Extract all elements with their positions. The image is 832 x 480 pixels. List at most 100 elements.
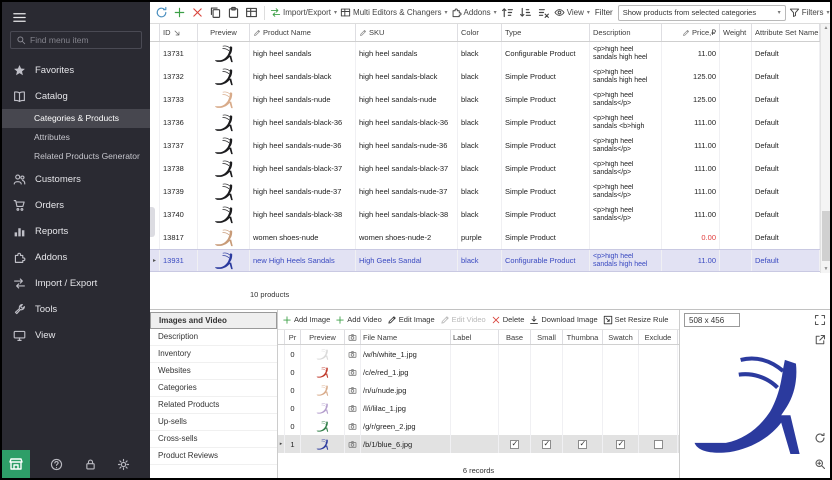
column-header-swatch[interactable]: Swatch	[603, 330, 639, 344]
scroll-up-arrow-icon[interactable]: ▲	[821, 25, 830, 31]
sidebar-subitem-attributes[interactable]: Attributes	[2, 128, 150, 147]
download-image-button[interactable]: Download Image	[529, 315, 597, 325]
sidebar-item-orders[interactable]: Orders	[2, 192, 150, 218]
sort-descending-button[interactable]	[518, 5, 533, 20]
lock-icon[interactable]	[84, 458, 97, 471]
column-header-attribute-set[interactable]: Attribute Set Name	[752, 24, 820, 41]
clear-sort-button[interactable]	[536, 5, 551, 20]
tab-images-and-video[interactable]: Images and Video	[150, 312, 277, 329]
column-header-preview[interactable]: Preview	[198, 24, 250, 41]
view-menu[interactable]: View ▾	[554, 7, 590, 18]
paste-button[interactable]	[226, 5, 241, 20]
column-header-description[interactable]: Description	[590, 24, 662, 41]
table-row[interactable]: 13738 high heel sandals-black-37high hee…	[150, 157, 820, 180]
scrollbar-thumb[interactable]	[822, 211, 830, 261]
tab-up-sells[interactable]: Up-sells	[150, 414, 277, 431]
category-filter-select[interactable]: Show products from selected categories ▾	[618, 5, 786, 21]
columns-button[interactable]	[244, 5, 259, 20]
tab-product-reviews[interactable]: Product Reviews	[150, 448, 277, 465]
table-row[interactable]: 13739 high heel sandals-nude-37high heel…	[150, 180, 820, 203]
table-row[interactable]: 13737 high heel sandals-nude-36high heel…	[150, 134, 820, 157]
add-video-button[interactable]: Add Video	[335, 315, 381, 325]
addons-menu[interactable]: Addons ▾	[451, 7, 497, 18]
table-row[interactable]: 13817 women shoes-nudewomen shoes-nude-2…	[150, 226, 820, 249]
small-checkbox[interactable]	[542, 440, 551, 449]
column-header-thumbnail[interactable]: Thumbna	[563, 330, 603, 344]
grid-scrollbar[interactable]: ▲ ▼	[820, 24, 830, 273]
column-header-camera[interactable]	[345, 330, 361, 344]
sidebar-subitem-related-products-generator[interactable]: Related Products Generator	[2, 147, 150, 166]
column-header-product-name[interactable]: Product Name	[250, 24, 356, 41]
tab-description[interactable]: Description	[150, 329, 277, 346]
sidebar-item-catalog[interactable]: Catalog	[2, 83, 150, 109]
column-header-label[interactable]: Label	[451, 330, 499, 344]
set-resize-rule-button[interactable]: Set Resize Rule	[603, 315, 669, 325]
sidebar-subitem-categories-products[interactable]: Categories & Products	[2, 109, 150, 128]
scroll-down-arrow-icon[interactable]: ▼	[821, 266, 830, 272]
tab-cross-sells[interactable]: Cross-sells	[150, 431, 277, 448]
copy-button[interactable]	[208, 5, 223, 20]
settings-gear-icon[interactable]	[117, 458, 130, 471]
tab-related-products[interactable]: Related Products	[150, 397, 277, 414]
zoom-icon[interactable]	[814, 458, 826, 470]
image-row[interactable]: 0 /l/i/lilac_1.jpg	[278, 399, 679, 417]
sidebar-item-customers[interactable]: Customers	[2, 166, 150, 192]
table-row[interactable]: 13740 high heel sandals-black-38high hee…	[150, 203, 820, 226]
image-row[interactable]: ▸1 /b/1/blue_6.jpg	[278, 435, 679, 453]
tab-categories[interactable]: Categories	[150, 380, 277, 397]
sidebar-item-reports[interactable]: Reports	[2, 218, 150, 244]
table-row[interactable]: 13733 high heel sandals-nudehigh heel sa…	[150, 88, 820, 111]
table-row[interactable]: 13736 high heel sandals-black-36high hee…	[150, 111, 820, 134]
sort-ascending-button[interactable]	[500, 5, 515, 20]
store-manager-app-icon[interactable]	[2, 450, 30, 478]
column-header-position[interactable]: Pr	[285, 330, 301, 344]
column-header-price[interactable]: Price,₽	[662, 24, 720, 41]
edit-video-button[interactable]: Edit Video	[440, 315, 486, 325]
column-header-id[interactable]: ID	[160, 24, 198, 41]
import-export-menu[interactable]: Import/Export ▾	[270, 7, 337, 18]
column-header-file-name[interactable]: File Name	[361, 330, 451, 344]
table-row[interactable]: 13731 high heel sandalshigh heel sandals…	[150, 42, 820, 65]
multi-editors-menu[interactable]: Multi Editors & Changers ▾	[340, 7, 448, 18]
exclude-checkbox[interactable]	[654, 440, 663, 449]
refresh-button[interactable]	[154, 5, 169, 20]
edit-image-button[interactable]: Edit Image	[387, 315, 435, 325]
add-image-button[interactable]: Add Image	[282, 315, 330, 325]
delete-product-button[interactable]	[190, 5, 205, 20]
column-header-weight[interactable]: Weight	[720, 24, 752, 41]
sidebar-search[interactable]	[10, 31, 142, 49]
delete-image-button[interactable]: Delete	[491, 315, 525, 325]
filters-menu[interactable]: Filters ▾	[789, 7, 830, 18]
sidebar-item-import-export[interactable]: Import / Export	[2, 270, 150, 296]
column-header-base[interactable]: Base	[499, 330, 531, 344]
image-row[interactable]: 0 /g/r/green_2.jpg	[278, 417, 679, 435]
panel-collapse-handle[interactable]	[150, 207, 155, 237]
refresh-image-icon[interactable]	[814, 432, 826, 444]
column-header-type[interactable]: Type	[502, 24, 590, 41]
swatch-checkbox[interactable]	[616, 440, 625, 449]
column-header-color[interactable]: Color	[458, 24, 502, 41]
hamburger-menu-icon[interactable]	[12, 10, 27, 25]
table-row[interactable]: 13732 high heel sandals-blackhigh heel s…	[150, 65, 820, 88]
menu-search-input[interactable]	[30, 35, 136, 45]
column-header-preview[interactable]: Preview	[301, 330, 345, 344]
image-row[interactable]: 0 /w/h/white_1.jpg	[278, 345, 679, 363]
help-icon[interactable]	[50, 458, 63, 471]
column-header-small[interactable]: Small	[531, 330, 563, 344]
base-checkbox[interactable]	[510, 440, 519, 449]
sidebar-item-addons[interactable]: Addons	[2, 244, 150, 270]
column-header-sku[interactable]: SKU	[356, 24, 458, 41]
add-product-button[interactable]	[172, 5, 187, 20]
sidebar-item-tools[interactable]: Tools	[2, 296, 150, 322]
table-row[interactable]: ▸13931 new High Heels SandalsHigh Geels …	[150, 249, 820, 272]
open-external-icon[interactable]	[814, 334, 826, 346]
image-row[interactable]: 0 /n/u/nude.jpg	[278, 381, 679, 399]
sidebar-item-favorites[interactable]: Favorites	[2, 57, 150, 83]
column-header-exclude[interactable]: Exclude	[639, 330, 678, 344]
fullscreen-icon[interactable]	[814, 314, 826, 326]
image-row[interactable]: 0 /c/e/red_1.jpg	[278, 363, 679, 381]
sidebar-item-view[interactable]: View	[2, 322, 150, 348]
thumbnail-checkbox[interactable]	[578, 440, 587, 449]
tab-inventory[interactable]: Inventory	[150, 346, 277, 363]
tab-websites[interactable]: Websites	[150, 363, 277, 380]
